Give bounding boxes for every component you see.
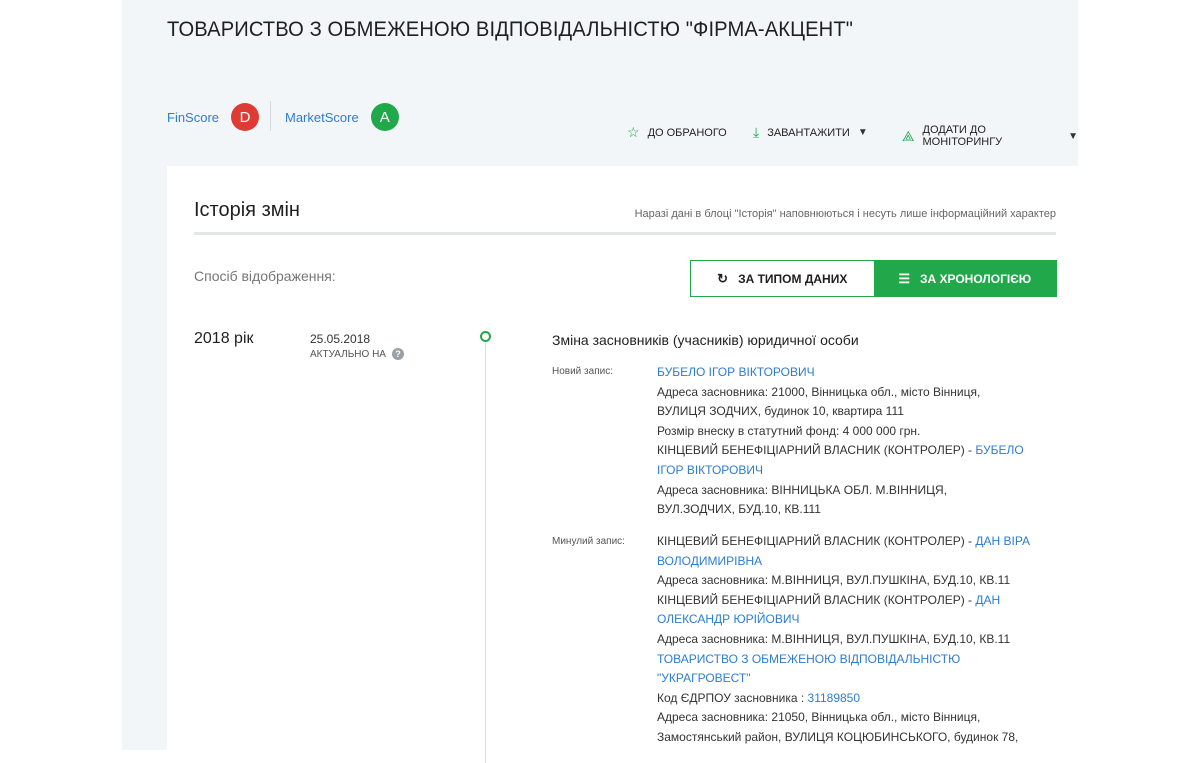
entry-date: 25.05.2018 [310,332,371,346]
beneficiary-link[interactable]: БУБЕЛО [975,443,1023,457]
edrpou-link[interactable]: 31189850 [808,691,861,705]
old-record: КІНЦЕВИЙ БЕНЕФІЦІАРНИЙ ВЛАСНИК (КОНТРОЛЕ… [657,532,1057,748]
beneficiary-link-cont[interactable]: ІГОР ВІКТОРОВИЧ [657,461,1057,481]
display-mode-toggle: ↻ За типом даних ☰ За хронологією [690,260,1057,297]
beneficiary-address-1: Адреса засновника: ВІННИЦЬКА ОБЛ. М.ВІНН… [657,482,948,497]
old-record-label: Минулий запис: [552,536,625,547]
old-ben1-prefix: КІНЦЕВИЙ БЕНЕФІЦІАРНИЙ ВЛАСНИК (КОНТРОЛЕ… [657,534,976,548]
download-label: Завантажити [767,126,850,139]
star-icon: ☆ [627,124,640,140]
old-ben2-link-cont[interactable]: ОЛЕКСАНДР ЮРІЙОВИЧ [657,610,1057,630]
history-card: Історія змін Наразі дані в блоці "Історі… [167,166,1078,763]
edrpou-prefix: Код ЄДРПОУ засновника : [657,690,808,705]
marketscore-badge: A [370,103,399,131]
old-ben1-address: Адреса засновника: М.ВІННИЦЯ, ВУЛ.ПУШКІН… [657,573,1011,588]
marketscore[interactable]: MarketScore A [285,103,399,131]
by-type-label: За типом даних [738,271,848,286]
by-chronology-button[interactable]: ☰ За хронологією [873,261,1056,296]
display-mode-label: Спосіб відображення: [194,268,336,284]
download-icon: ⤓ [753,124,760,140]
monitoring-icon: ⟁ [902,127,915,144]
history-title: Історія змін [194,199,300,221]
founder-link[interactable]: БУБЕЛО ІГОР ВІКТОРОВИЧ [657,363,1057,383]
history-icon: ↻ [717,270,729,286]
finscore-label[interactable]: FinScore [167,110,219,125]
monitoring-button[interactable]: ⟁ Додати до моніторингу ▼ [902,124,1078,148]
score-divider [270,101,271,131]
actual-text: АКТУАЛЬНО НА [310,348,386,360]
chevron-down-icon: ▼ [857,127,868,138]
chevron-down-icon: ▼ [1068,130,1078,142]
old-ben2-prefix: КІНЦЕВИЙ БЕНЕФІЦІАРНИЙ ВЛАСНИК (КОНТРОЛЕ… [657,592,976,607]
help-icon[interactable]: ? [391,348,404,360]
company-title: ТОВАРИСТВО З ОБМЕЖЕНОЮ ВІДПОВІДАЛЬНІСТЮ … [167,18,853,41]
finscore-badge: D [231,103,260,131]
company-founder-link[interactable]: ТОВАРИСТВО З ОБМЕЖЕНОЮ ВІДПОВІДАЛЬНІСТЮ [657,650,1057,670]
list-icon: ☰ [898,270,910,286]
by-chronology-label: За хронологією [919,271,1032,286]
actual-label: АКТУАЛЬНО НА ? [310,348,404,360]
founder-address-1: Адреса засновника: 21000, Вінницька обл.… [657,384,981,399]
company-address-2: Замостянський район, ВУЛИЦЯ КОЦЮБИНСЬКОГ… [657,729,1019,744]
history-note: Наразі дані в блоці "Історія" наповнюють… [634,208,1056,220]
new-record-label: Новий запис: [552,366,613,377]
new-record: БУБЕЛО ІГОР ВІКТОРОВИЧ Адреса засновника… [657,363,1057,520]
old-ben2-link[interactable]: ДАН [975,593,1000,607]
event-title: Зміна засновників (учасників) юридичної … [552,332,859,348]
old-beneficiary-1: КІНЦЕВИЙ БЕНЕФІЦІАРНИЙ ВЛАСНИК (КОНТРОЛЕ… [657,532,1057,552]
company-address-1: Адреса засновника: 21050, Вінницька обл.… [657,710,981,725]
timeline-line [485,343,486,763]
download-button[interactable]: ⤓ Завантажити ▼ [753,124,868,141]
entry-year: 2018 рік [194,330,254,347]
old-ben1-link[interactable]: ДАН ВІРА [975,534,1030,548]
beneficiary-address-2: ВУЛ.ЗОДЧИХ, БУД.10, КВ.111 [657,502,821,517]
contribution: Розмір внеску в статутний фонд: 4 000 00… [657,423,921,438]
old-ben2-address: Адреса засновника: М.ВІННИЦЯ, ВУЛ.ПУШКІН… [657,631,1011,646]
beneficiary-prefix: КІНЦЕВИЙ БЕНЕФІЦІАРНИЙ ВЛАСНИК (КОНТРОЛЕ… [657,443,976,458]
company-page: ТОВАРИСТВО З ОБМЕЖЕНОЮ ВІДПОВІДАЛЬНІСТЮ … [122,0,1078,763]
founder-address-2: ВУЛИЦЯ ЗОДЧИХ, будинок 10, квартира 111 [657,404,904,419]
old-ben1-link-cont[interactable]: ВОЛОДИМИРІВНА [657,552,1057,572]
timeline-dot [480,331,491,342]
old-beneficiary-2: КІНЦЕВИЙ БЕНЕФІЦІАРНИЙ ВЛАСНИК (КОНТРОЛЕ… [657,591,1057,611]
marketscore-label[interactable]: MarketScore [285,110,359,125]
favorite-label: До обраного [647,126,727,139]
by-type-button[interactable]: ↻ За типом даних [691,261,874,296]
beneficiary-line: КІНЦЕВИЙ БЕНЕФІЦІАРНИЙ ВЛАСНИК (КОНТРОЛЕ… [657,441,1057,461]
section-divider [194,232,1056,235]
finscore[interactable]: FinScore D [167,103,260,131]
monitoring-label: Додати до моніторингу [922,124,1003,148]
company-founder-link-cont[interactable]: "УКРАГРОВЕСТ" [657,669,1057,689]
favorite-button[interactable]: ☆ До обраного [627,124,727,141]
edrpou-line: Код ЄДРПОУ засновника : 31189850 [657,689,1057,709]
